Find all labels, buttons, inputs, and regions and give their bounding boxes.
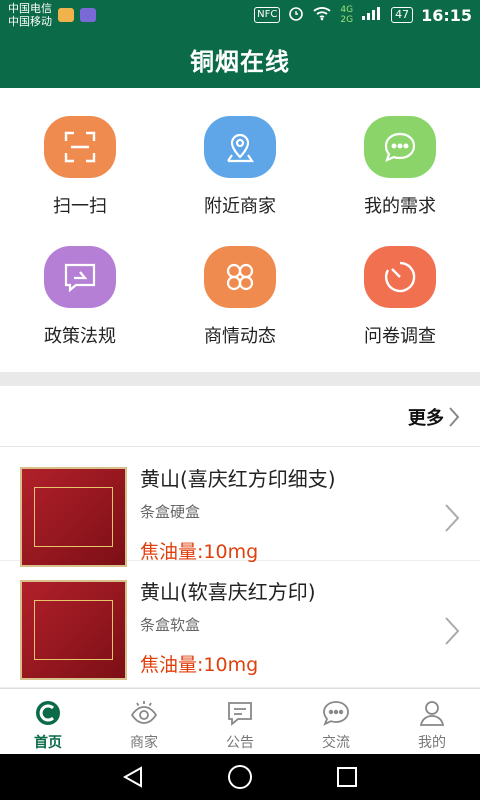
carrier-info: 中国电信 中国移动 <box>8 2 52 28</box>
my-needs-label: 我的需求 <box>364 196 436 217</box>
back-triangle-icon <box>122 766 142 788</box>
tab-merchants[interactable]: 商家 <box>96 689 192 755</box>
chevron-right-icon <box>445 504 460 532</box>
chat-bubble-icon <box>364 116 436 178</box>
product-tar: 焦油量:10mg <box>140 541 259 563</box>
section-divider <box>0 372 480 386</box>
product-name: 黄山(喜庆红方印细支) <box>140 467 336 491</box>
home-logo-icon <box>34 699 62 727</box>
gauge-icon <box>364 246 436 308</box>
tab-exchange-label: 交流 <box>322 735 350 751</box>
status-bar: 中国电信 中国移动 NFC 4G 2G 47 16:15 <box>0 0 480 30</box>
product-item[interactable]: 黄山(软喜庆红方印) 条盒软盒 焦油量:10mg <box>0 574 480 688</box>
alarm-icon <box>288 5 304 25</box>
notice-icon <box>226 699 254 727</box>
page-title: 铜烟在线 <box>190 47 290 76</box>
product-tar: 焦油量:10mg <box>140 654 259 676</box>
network-type-1: 4G <box>340 5 354 15</box>
tab-home[interactable]: 首页 <box>0 689 96 755</box>
wifi-icon <box>312 5 332 25</box>
product-package: 条盒硬盒 <box>140 503 201 521</box>
carrier-1: 中国电信 <box>8 2 52 15</box>
tab-mine[interactable]: 我的 <box>384 689 480 755</box>
eye-icon <box>130 699 158 727</box>
chevron-right-icon <box>449 407 460 427</box>
tab-mine-label: 我的 <box>418 735 446 751</box>
tab-merchants-label: 商家 <box>130 735 158 751</box>
signal-icon <box>361 5 383 25</box>
location-icon <box>204 116 276 178</box>
tab-notices[interactable]: 公告 <box>192 689 288 755</box>
user-icon <box>418 699 446 727</box>
market-news-button[interactable]: 商情动态 <box>160 218 320 348</box>
battery-icon: 47 <box>391 7 414 23</box>
scan-label: 扫一扫 <box>53 196 107 217</box>
bottom-tab-bar: 首页 商家 公告 交流 我的 <box>0 688 480 755</box>
product-item[interactable]: 黄山(喜庆红方印细支) 条盒硬盒 焦油量:10mg <box>0 447 480 567</box>
chevron-right-icon <box>445 617 460 645</box>
network-type: 4G 2G <box>340 5 353 25</box>
home-circle-icon <box>228 765 252 789</box>
status-right: NFC 4G 2G 47 16:15 <box>254 5 472 25</box>
home-button[interactable] <box>225 763 255 791</box>
product-image <box>20 580 127 680</box>
system-nav-bar <box>0 754 480 800</box>
knot-icon <box>204 246 276 308</box>
scan-icon <box>44 116 116 178</box>
scan-button[interactable]: 扫一扫 <box>0 88 160 218</box>
product-image <box>20 467 127 567</box>
gallery-notification-icon <box>80 8 96 22</box>
clock: 16:15 <box>421 5 472 25</box>
tab-home-label: 首页 <box>34 735 62 751</box>
survey-button[interactable]: 问卷调查 <box>320 218 480 348</box>
policy-label: 政策法规 <box>44 326 116 347</box>
feature-grid: 扫一扫 附近商家 我的需求 政策法规 商情动态 问卷调查 <box>0 88 480 372</box>
network-type-2: 2G <box>340 15 354 25</box>
more-label: 更多 <box>408 408 444 429</box>
carrier-2: 中国移动 <box>8 15 52 28</box>
nearby-merchants-label: 附近商家 <box>204 196 276 217</box>
app-header: 铜烟在线 <box>0 30 480 88</box>
more-link[interactable]: 更多 <box>408 404 460 430</box>
nearby-merchants-button[interactable]: 附近商家 <box>160 88 320 218</box>
product-image-pattern <box>34 600 113 660</box>
back-button[interactable] <box>118 763 148 791</box>
recents-square-icon <box>337 767 357 787</box>
my-needs-button[interactable]: 我的需求 <box>320 88 480 218</box>
market-news-label: 商情动态 <box>204 326 276 347</box>
survey-label: 问卷调查 <box>364 326 436 347</box>
product-package: 条盒软盒 <box>140 616 201 634</box>
chat-icon <box>322 699 350 727</box>
tab-exchange[interactable]: 交流 <box>288 689 384 755</box>
product-image-pattern <box>34 487 113 547</box>
tab-notices-label: 公告 <box>226 735 254 751</box>
notification-icons <box>58 8 96 22</box>
policy-button[interactable]: 政策法规 <box>0 218 160 348</box>
product-name: 黄山(软喜庆红方印) <box>140 580 316 604</box>
product-section-header: 更多 <box>0 386 480 447</box>
nfc-icon: NFC <box>254 7 281 23</box>
share-message-icon <box>44 246 116 308</box>
recents-button[interactable] <box>332 763 362 791</box>
app-notification-icon <box>58 8 74 22</box>
product-list: 黄山(喜庆红方印细支) 条盒硬盒 焦油量:10mg 黄山(软喜庆红方印) 条盒软… <box>0 447 480 688</box>
